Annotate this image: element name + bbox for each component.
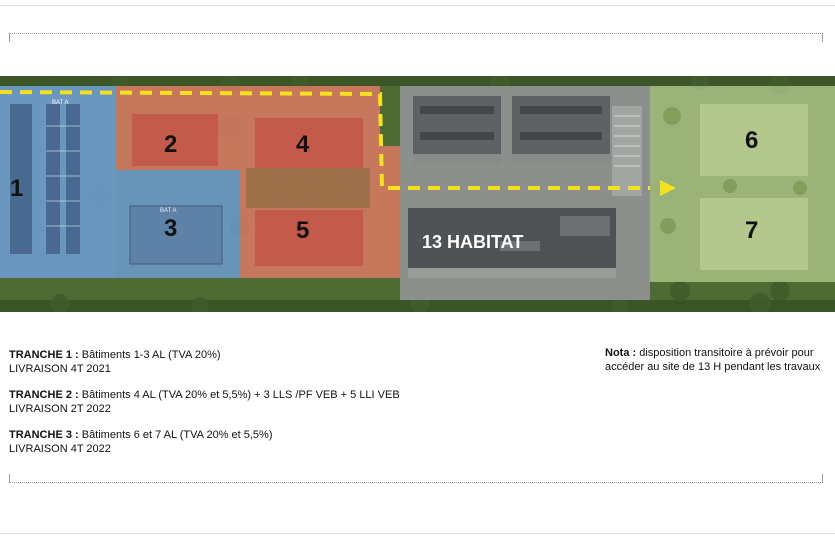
habitat-label: 13 HABITAT (422, 232, 523, 252)
tranche-3-delivery: LIVRAISON 4T 2022 (9, 443, 111, 455)
lot-2-label: 2 (164, 131, 177, 158)
lot-4-label: 4 (296, 131, 310, 158)
tranche-2-delivery: LIVRAISON 2T 2022 (9, 403, 111, 415)
tranche-1-delivery: LIVRAISON 4T 2021 (9, 363, 111, 375)
nota-text: disposition transitoire à prévoir pour a… (605, 347, 821, 373)
lot-3-label: 3 (164, 215, 177, 242)
lot-5-label: 5 (296, 217, 309, 244)
tranche-2-desc: Bâtiments 4 AL (TVA 20% et 5,5%) + 3 LLS… (78, 389, 400, 401)
tranche-2-title: TRANCHE 2 : (9, 389, 79, 401)
tranche-3-desc: Bâtiments 6 et 7 AL (TVA 20% et 5,5%) (78, 429, 273, 441)
tranche-3: TRANCHE 3 : Bâtiments 6 et 7 AL (TVA 20%… (9, 428, 400, 456)
nota-note: Nota : disposition transitoire à prévoir… (605, 346, 830, 374)
tranche-3-title: TRANCHE 3 : (9, 429, 79, 441)
tranche-1-title: TRANCHE 1 : (9, 349, 79, 361)
lot-1-label: 1 (10, 175, 23, 202)
top-divider (0, 5, 835, 6)
bat-a-label-1: BAT A (52, 100, 68, 106)
tranche-legend: TRANCHE 1 : Bâtiments 1-3 AL (TVA 20%) L… (9, 348, 400, 468)
bottom-divider (0, 533, 835, 534)
bat-a-label-2: BAT A (160, 208, 176, 214)
lot-6-label: 6 (745, 127, 758, 154)
tranche-1-desc: Bâtiments 1-3 AL (TVA 20%) (78, 349, 221, 361)
tranche-2: TRANCHE 2 : Bâtiments 4 AL (TVA 20% et 5… (9, 388, 400, 416)
bottom-dotted-frame (9, 474, 823, 483)
top-dotted-frame (9, 33, 823, 42)
tranche-1: TRANCHE 1 : Bâtiments 1-3 AL (TVA 20%) L… (9, 348, 400, 376)
lot-7-label: 7 (745, 217, 758, 244)
zone-tranche-3 (650, 86, 835, 282)
nota-title: Nota : (605, 347, 637, 359)
site-plan: BAT A BAT A 1 2 3 4 5 6 7 13 HABITAT (0, 76, 835, 312)
